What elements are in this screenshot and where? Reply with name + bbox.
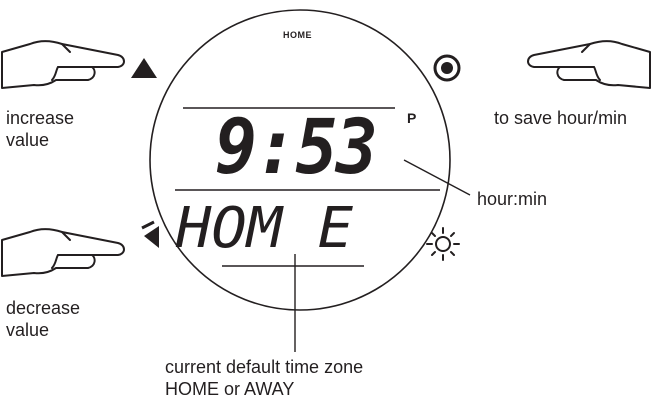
pointing-hand-icon	[527, 40, 651, 89]
decrease-label: decrease value	[6, 297, 80, 341]
triangle-left-accent	[141, 220, 155, 230]
increase-label: increase value	[6, 107, 74, 151]
decrease-label-line1: decrease	[6, 298, 81, 318]
decrease-label-line2: value	[6, 320, 50, 340]
zone-label-line2: HOME or AWAY	[165, 379, 295, 399]
mode-label: HOME	[283, 30, 312, 40]
save-label: to save hour/min	[494, 108, 628, 128]
triangle-left-icon[interactable]	[144, 226, 159, 248]
zone-label: current default time zone HOME or AWAY	[165, 356, 363, 400]
zone-label-line1: current default time zone	[165, 357, 364, 377]
pointing-hand-icon	[1, 228, 125, 277]
increase-label-line2: value	[6, 130, 50, 150]
pointing-hand-icon	[1, 40, 125, 89]
target-button-icon[interactable]	[433, 54, 461, 82]
increase-label-line1: increase	[6, 108, 75, 128]
triangle-up-icon[interactable]	[131, 58, 157, 78]
zone-display: HOM E	[176, 196, 354, 261]
sun-light-icon[interactable]	[426, 227, 460, 261]
hour-min-label: hour:min	[477, 189, 548, 209]
watch-diagram: HOME 9:53 P HOM E increase value decreas…	[0, 0, 652, 401]
ampm-indicator: P	[407, 110, 417, 126]
time-display: 9:53	[215, 102, 378, 191]
